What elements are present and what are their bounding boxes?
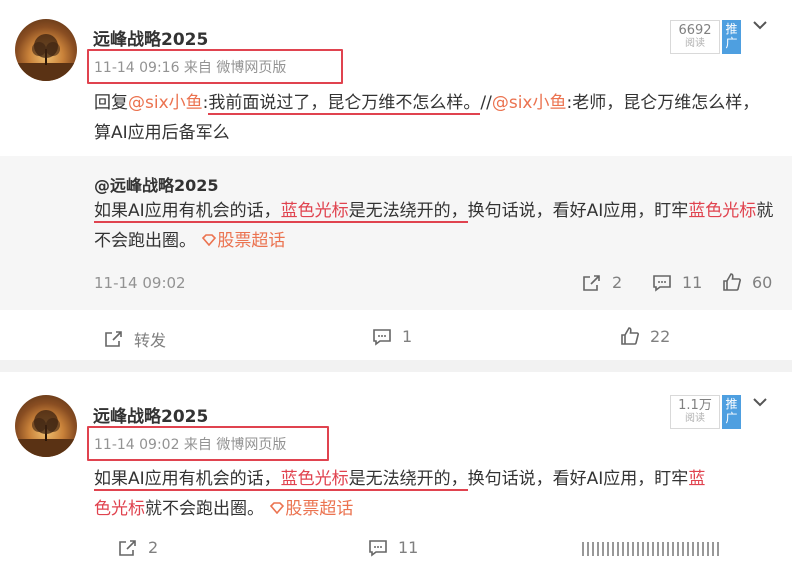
repost-like-button[interactable]: 60 xyxy=(722,272,772,292)
stock-link[interactable]: 蓝色光标 xyxy=(688,201,756,221)
comment-icon xyxy=(373,328,391,346)
thumbs-up-icon xyxy=(621,327,639,345)
author-avatar[interactable] xyxy=(15,19,77,81)
read-label: 阅读 xyxy=(685,413,705,424)
post-author-name[interactable]: 远峰战略2025 xyxy=(93,25,208,50)
forward-button[interactable]: 转发 xyxy=(104,327,166,351)
read-count-badge: 1.1万 阅读 xyxy=(670,395,720,429)
post-meta: 11-14 09:16 来自 微博网页版 xyxy=(94,60,287,76)
read-count: 6692 xyxy=(678,23,712,38)
post-author-name[interactable]: 远峰战略2025 xyxy=(93,402,208,427)
chevron-down-icon[interactable] xyxy=(752,16,768,35)
diamond-icon xyxy=(202,234,217,247)
stock-link[interactable]: 蓝色光标 xyxy=(280,201,349,223)
stock-link[interactable]: 色光标 xyxy=(94,499,145,519)
reposted-weibo[interactable]: @远峰战略2025 如果AI应用有机会的话，蓝色光标是无法绕开的，换句话说，看好… xyxy=(0,156,792,310)
mention-link[interactable]: @six小鱼 xyxy=(492,93,567,113)
like-button[interactable]: 22 xyxy=(620,326,670,346)
share-icon xyxy=(583,274,600,291)
comment-button[interactable]: 1 xyxy=(372,327,412,346)
reply-text: 我前面说过了，昆仑万维不怎么样。 xyxy=(208,93,481,115)
repost-comment-button[interactable]: 11 xyxy=(652,273,702,292)
read-count-badge: 6692 阅读 xyxy=(670,20,720,54)
topic-link[interactable]: 股票超话 xyxy=(269,499,353,519)
repost-body: 如果AI应用有机会的话，蓝色光标是无法绕开的，换句话说，看好AI应用，盯牢蓝色光… xyxy=(94,201,774,251)
repost-share-button[interactable]: 2 xyxy=(582,273,622,292)
thumbs-up-icon xyxy=(723,273,741,291)
repost-author[interactable]: @远峰战略2025 xyxy=(94,172,219,196)
share-icon xyxy=(119,539,136,556)
post-meta: 11-14 09:02 来自 微博网页版 xyxy=(94,437,287,453)
comment-icon xyxy=(653,274,671,292)
comment-button[interactable]: 11 xyxy=(368,538,418,557)
post-body: 回复@six小鱼:我前面说过了，昆仑万维不怎么样。//@six小鱼:老师，昆仑万… xyxy=(94,93,760,143)
chevron-down-icon[interactable] xyxy=(752,393,768,412)
read-count: 1.1万 xyxy=(678,398,712,413)
topic-link[interactable]: 股票超话 xyxy=(201,231,285,251)
tree-silhouette-icon xyxy=(15,410,77,457)
stock-link[interactable]: 蓝色光标 xyxy=(280,469,349,491)
watermark-strip xyxy=(582,542,722,556)
tree-silhouette-icon xyxy=(15,34,77,81)
share-icon xyxy=(105,331,122,347)
promote-button[interactable]: 推广 xyxy=(722,20,741,54)
stock-link[interactable]: 蓝 xyxy=(688,469,705,489)
comment-icon xyxy=(369,539,387,557)
diamond-icon xyxy=(270,502,285,515)
share-button[interactable]: 2 xyxy=(118,538,158,557)
card-separator xyxy=(0,360,792,372)
read-label: 阅读 xyxy=(685,38,705,49)
author-avatar[interactable] xyxy=(15,395,77,457)
mention-link[interactable]: @six小鱼 xyxy=(128,93,203,113)
repost-time: 11-14 09:02 xyxy=(94,274,186,292)
promote-button[interactable]: 推广 xyxy=(722,395,741,429)
post-body: 如果AI应用有机会的话，蓝色光标是无法绕开的，换句话说，看好AI应用，盯牢蓝 色光… xyxy=(94,469,706,519)
